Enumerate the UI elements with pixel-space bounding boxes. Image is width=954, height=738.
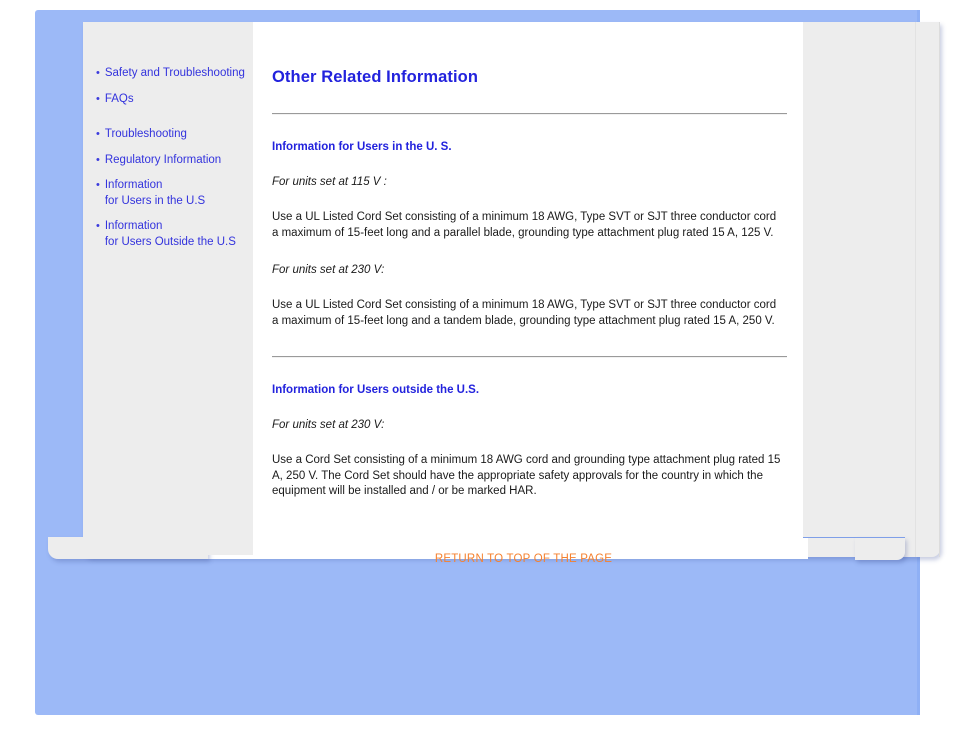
sidebar-link-label[interactable]: FAQs [105, 92, 134, 108]
sidebar-link-label-line2: for Users in the U.S [104, 194, 206, 207]
main-content: Other Related Information Information fo… [253, 32, 803, 565]
return-to-top-row: RETURN TO TOP OF THE PAGE [272, 549, 785, 567]
sidebar-link-information-for-users-outside-the-us[interactable]: • Information for Users Outside the U.S [83, 219, 253, 250]
sidebar-navigation: • Safety and Troubleshooting • FAQs • Tr… [83, 32, 253, 555]
bullet-icon: • [96, 92, 100, 105]
sidebar-link-label-line1: Information [104, 179, 163, 191]
units-115v-paragraph: Use a UL Listed Cord Set consisting of a… [272, 211, 777, 239]
outside-units-230v-label: For units set at 230 V: [272, 419, 385, 431]
footer-right-tab [855, 537, 905, 560]
section-heading-outside-us: Information for Users outside the U.S. [272, 384, 480, 396]
left-blue-gutter [35, 22, 48, 557]
sidebar-link-regulatory-information[interactable]: • Regulatory Information [83, 153, 253, 169]
sidebar-group-secondary: • Troubleshooting • Regulatory Informati… [83, 127, 253, 250]
sidebar-link-troubleshooting[interactable]: • Troubleshooting [83, 127, 253, 143]
bullet-icon: • [96, 128, 100, 140]
paper-vertical-rule-a [915, 22, 916, 557]
units-115v-label: For units set at 115 V : [272, 176, 387, 188]
return-to-top-link[interactable]: RETURN TO TOP OF THE PAGE [435, 553, 612, 565]
page-title: Other Related Information [272, 68, 479, 86]
sidebar-group-primary: • Safety and Troubleshooting • FAQs [83, 66, 253, 107]
divider-top [272, 113, 787, 115]
outside-units-230v-paragraph: Use a Cord Set consisting of a minimum 1… [272, 454, 781, 497]
units-230v-label: For units set at 230 V: [272, 264, 385, 276]
sidebar-link-label[interactable]: Information for Users in the U.S [105, 178, 205, 209]
sidebar-link-label[interactable]: Safety and Troubleshooting [105, 66, 245, 82]
sidebar-link-information-for-users-in-the-us[interactable]: • Information for Users in the U.S [83, 178, 253, 209]
bullet-icon: • [96, 220, 100, 232]
sidebar-link-label-line1: Information [104, 220, 163, 232]
bullet-icon: • [96, 67, 100, 79]
divider-middle [272, 356, 787, 358]
sidebar-link-safety-and-troubleshooting[interactable]: • Safety and Troubleshooting [83, 66, 253, 82]
sidebar-link-label[interactable]: Troubleshooting [105, 127, 187, 143]
sidebar-link-label-line2: for Users Outside the U.S [104, 235, 236, 248]
sidebar-link-label[interactable]: Regulatory Information [105, 153, 221, 169]
units-230v-paragraph: Use a UL Listed Cord Set consisting of a… [272, 299, 777, 327]
page-shell: • Safety and Troubleshooting • FAQs • Tr… [35, 10, 940, 715]
bullet-icon: • [96, 153, 100, 166]
section-heading-us: Information for Users in the U. S. [272, 141, 452, 153]
paper-vertical-rule-b [939, 22, 940, 557]
sidebar-link-label[interactable]: Information for Users Outside the U.S [105, 219, 236, 250]
sidebar-link-faqs[interactable]: • FAQs [83, 92, 253, 108]
bullet-icon: • [96, 179, 100, 191]
